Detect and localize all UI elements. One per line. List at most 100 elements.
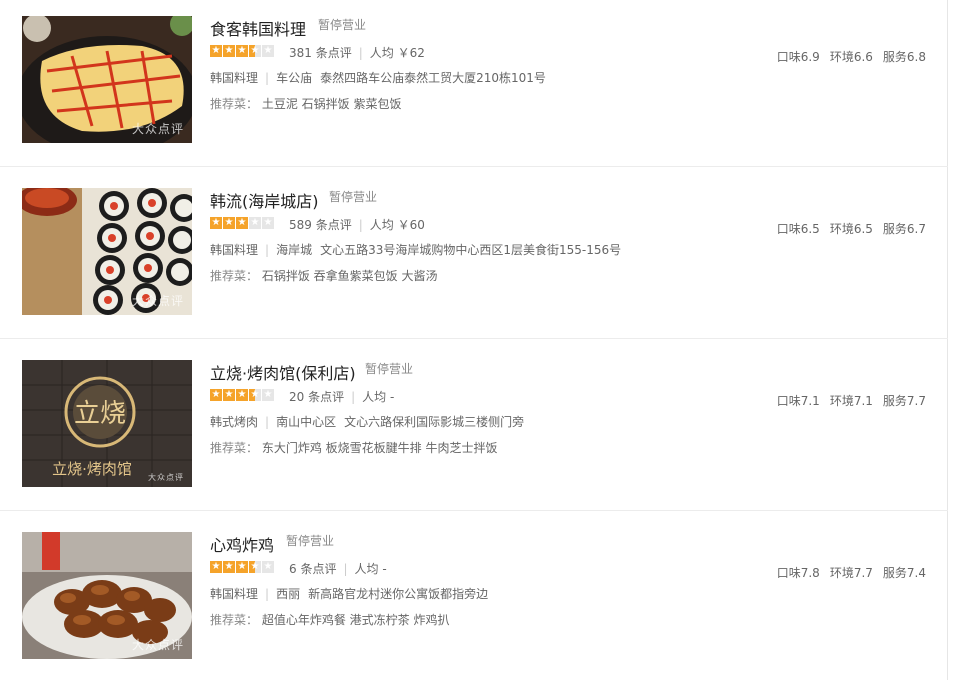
address-text: 泰然四路车公庙泰然工贸大厦210栋101号	[320, 71, 546, 85]
star-icon: ★	[210, 217, 222, 229]
star-rating: ★ ★ ★ ★ ★	[210, 389, 274, 401]
address-line: 韩国料理 | 西丽 新高路官龙村迷你公寓饭都指旁边	[210, 585, 488, 602]
star-half-icon: ★	[249, 561, 261, 573]
restaurant-name[interactable]: 立烧·烤肉馆(保利店)	[210, 360, 356, 384]
review-count[interactable]: 381	[289, 46, 312, 60]
reviews-suffix[interactable]: 条点评	[316, 218, 352, 232]
restaurant-name[interactable]: 心鸡炸鸡	[210, 532, 274, 556]
star-half-icon: ★	[249, 389, 261, 401]
status-badge: 暂停营业	[329, 190, 378, 204]
divider: |	[343, 562, 348, 576]
review-price-line: 381 条点评 | 人均 ￥62	[289, 44, 425, 61]
recommend-label: 推荐菜：	[210, 269, 259, 283]
star-icon: ★	[210, 561, 222, 573]
star-empty-icon: ★	[262, 217, 274, 229]
cuisine-tag[interactable]: 韩式烤肉	[210, 415, 258, 429]
cuisine-tag[interactable]: 韩国料理	[210, 71, 258, 85]
dish-list[interactable]: 石锅拌饭 吞拿鱼紫菜包饭 大酱汤	[262, 269, 438, 283]
address-line: 韩国料理 | 车公庙 泰然四路车公庙泰然工贸大厦210栋101号	[210, 69, 546, 86]
divider: |	[265, 587, 270, 601]
review-price-line: 6 条点评 | 人均 -	[289, 560, 387, 577]
restaurant-thumbnail[interactable]: 大众点评	[22, 16, 192, 143]
star-icon: ★	[236, 389, 248, 401]
area-tag[interactable]: 南山中心区	[276, 415, 336, 429]
star-icon: ★	[210, 389, 222, 401]
dish-list[interactable]: 超值心年炸鸡餐 港式冻柠茶 炸鸡扒	[262, 613, 450, 627]
svg-text:立烧·烤肉馆: 立烧·烤肉馆	[52, 460, 132, 478]
restaurant-thumbnail[interactable]: 大众点评	[22, 532, 192, 659]
address-text: 文心五路33号海岸城购物中心西区1层美食街155-156号	[320, 243, 622, 257]
avg-price: ￥60	[397, 218, 425, 232]
review-count[interactable]: 20	[289, 390, 304, 404]
star-icon: ★	[223, 561, 235, 573]
service-score: 服务6.7	[882, 222, 926, 236]
reviews-suffix[interactable]: 条点评	[316, 46, 352, 60]
address-line: 韩国料理 | 海岸城 文心五路33号海岸城购物中心西区1层美食街155-156号	[210, 241, 621, 258]
environment-score: 环境7.7	[829, 566, 873, 580]
star-empty-icon: ★	[262, 45, 274, 57]
score-line: 口味6.5 环境6.5 服务6.7	[767, 220, 926, 237]
status-badge: 暂停营业	[286, 534, 335, 548]
review-count[interactable]: 589	[289, 218, 312, 232]
avg-prefix: 人均	[354, 562, 379, 576]
taste-score: 口味6.9	[776, 50, 820, 64]
restaurant-list: 大众点评 食客韩国料理 暂停营业 ★ ★ ★ ★ ★ 381 条点评 | 人均 ￥6…	[0, 0, 948, 680]
watermark: 大众点评	[131, 122, 184, 136]
divider: |	[265, 71, 270, 85]
star-empty-icon: ★	[262, 561, 274, 573]
watermark: 大众点评	[148, 473, 184, 482]
restaurant-row: 大众点评 韩流(海岸城店) 暂停营业 ★ ★ ★ ★ ★ 589 条点评 | 人均 …	[0, 167, 948, 339]
recommend-label: 推荐菜：	[210, 441, 259, 455]
service-score: 服务7.7	[882, 394, 926, 408]
restaurant-row: 立烧 立烧·烤肉馆 大众点评 立烧·烤肉馆(保利店) 暂停营业 ★ ★ ★ ★ …	[0, 339, 948, 511]
svg-text:立烧: 立烧	[74, 399, 126, 429]
star-empty-icon: ★	[262, 389, 274, 401]
star-empty-icon: ★	[249, 217, 261, 229]
service-score: 服务7.4	[882, 566, 926, 580]
star-icon: ★	[236, 561, 248, 573]
avg-prefix: 人均	[369, 218, 394, 232]
score-line: 口味7.1 环境7.1 服务7.7	[767, 392, 926, 409]
dish-list[interactable]: 东大门炸鸡 板烧雪花板腱牛排 牛肉芝士拌饭	[262, 441, 498, 455]
divider: |	[358, 218, 363, 232]
divider: |	[358, 46, 363, 60]
restaurant-logo-photo: 立烧 立烧·烤肉馆	[22, 360, 192, 487]
environment-score: 环境7.1	[829, 394, 873, 408]
star-half-icon: ★	[249, 45, 261, 57]
service-score: 服务6.8	[882, 50, 926, 64]
recommended-dishes: 推荐菜： 石锅拌饭 吞拿鱼紫菜包饭 大酱汤	[210, 267, 437, 284]
avg-prefix: 人均	[362, 390, 387, 404]
watermark: 大众点评	[131, 294, 184, 308]
avg-prefix: 人均	[369, 46, 394, 60]
environment-score: 环境6.5	[829, 222, 873, 236]
reviews-suffix[interactable]: 条点评	[300, 562, 336, 576]
dish-list[interactable]: 土豆泥 石锅拌饭 紫菜包饭	[262, 97, 402, 111]
star-icon: ★	[223, 389, 235, 401]
avg-price: ￥62	[397, 46, 425, 60]
restaurant-thumbnail[interactable]: 立烧 立烧·烤肉馆 大众点评	[22, 360, 192, 487]
reviews-suffix[interactable]: 条点评	[308, 390, 344, 404]
score-line: 口味6.9 环境6.6 服务6.8	[767, 48, 926, 65]
review-price-line: 589 条点评 | 人均 ￥60	[289, 216, 425, 233]
star-icon: ★	[223, 217, 235, 229]
cuisine-tag[interactable]: 韩国料理	[210, 243, 258, 257]
avg-price: -	[390, 390, 395, 404]
area-tag[interactable]: 西丽	[276, 587, 300, 601]
restaurant-row: 大众点评 心鸡炸鸡 暂停营业 ★ ★ ★ ★ ★ 6 条点评 | 人均 - 韩国料理…	[0, 511, 948, 680]
review-price-line: 20 条点评 | 人均 -	[289, 388, 394, 405]
cuisine-tag[interactable]: 韩国料理	[210, 587, 258, 601]
area-tag[interactable]: 海岸城	[276, 243, 312, 257]
restaurant-name[interactable]: 食客韩国料理	[210, 16, 306, 40]
recommended-dishes: 推荐菜： 东大门炸鸡 板烧雪花板腱牛排 牛肉芝士拌饭	[210, 439, 497, 456]
address-text: 文心六路保利国际影城三楼侧门旁	[344, 415, 525, 429]
review-count[interactable]: 6	[289, 562, 297, 576]
area-tag[interactable]: 车公庙	[276, 71, 312, 85]
taste-score: 口味7.8	[776, 566, 820, 580]
restaurant-thumbnail[interactable]: 大众点评	[22, 188, 192, 315]
score-line: 口味7.8 环境7.7 服务7.4	[767, 564, 926, 581]
recommend-label: 推荐菜：	[210, 97, 259, 111]
divider: |	[265, 243, 270, 257]
star-icon: ★	[210, 45, 222, 57]
restaurant-name[interactable]: 韩流(海岸城店)	[210, 188, 319, 212]
star-rating: ★ ★ ★ ★ ★	[210, 45, 274, 57]
